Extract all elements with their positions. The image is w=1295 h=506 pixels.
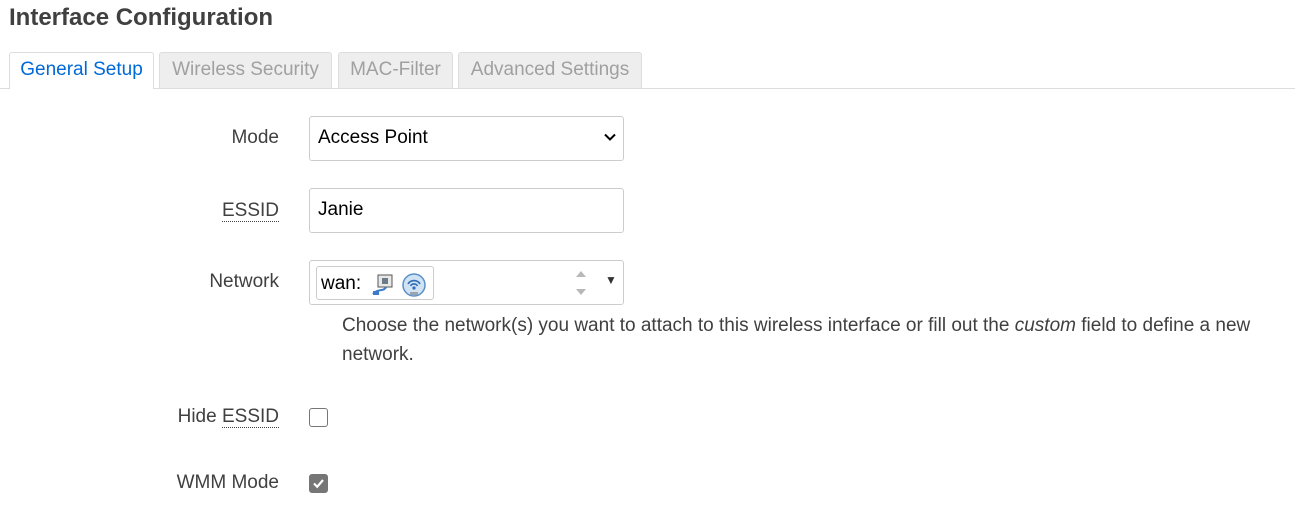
- checkmark-icon: [313, 479, 324, 489]
- essid-abbr: ESSID: [221, 200, 279, 222]
- hide-essid-label: Hide ESSID: [178, 406, 279, 428]
- mode-select-value: Access Point: [318, 127, 428, 148]
- dropdown-arrow-icon[interactable]: ▼: [605, 273, 617, 287]
- essid-input[interactable]: Janie: [309, 188, 624, 233]
- tab-bar: General Setup Wireless Security MAC-Filt…: [0, 52, 1295, 89]
- hide-essid-checkbox[interactable]: [309, 408, 328, 427]
- tab-mac-filter[interactable]: MAC-Filter: [338, 52, 453, 88]
- network-port-icon: [372, 274, 396, 301]
- essid-input-value: Janie: [318, 199, 364, 220]
- network-help-custom: custom: [1014, 315, 1076, 336]
- wmm-mode-label: WMM Mode: [176, 472, 279, 493]
- chevron-down-icon: [603, 130, 617, 149]
- wifi-network-icon: [401, 272, 427, 303]
- hide-essid-label-prefix: Hide: [177, 406, 222, 427]
- network-help-text: Choose the network(s) you want to attach…: [342, 311, 1287, 369]
- mode-select[interactable]: Access Point: [309, 116, 624, 161]
- mode-label: Mode: [231, 127, 279, 148]
- tab-advanced-settings[interactable]: Advanced Settings: [458, 52, 642, 88]
- essid-label: ESSID: [221, 200, 279, 222]
- tab-wireless-security[interactable]: Wireless Security: [159, 52, 332, 88]
- hide-essid-abbr: ESSID: [221, 406, 279, 428]
- network-help-before: Choose the network(s) you want to attach…: [342, 315, 1015, 336]
- spinner-arrows-icon[interactable]: [574, 267, 588, 304]
- page-title: Interface Configuration: [9, 4, 274, 31]
- network-chip-wan[interactable]: wan:: [316, 266, 434, 300]
- network-label: Network: [209, 271, 279, 292]
- network-chip-label: wan:: [321, 273, 362, 294]
- tab-general-setup[interactable]: General Setup: [9, 52, 154, 89]
- wmm-mode-checkbox[interactable]: [309, 474, 328, 493]
- network-select[interactable]: wan: ▼: [309, 260, 624, 305]
